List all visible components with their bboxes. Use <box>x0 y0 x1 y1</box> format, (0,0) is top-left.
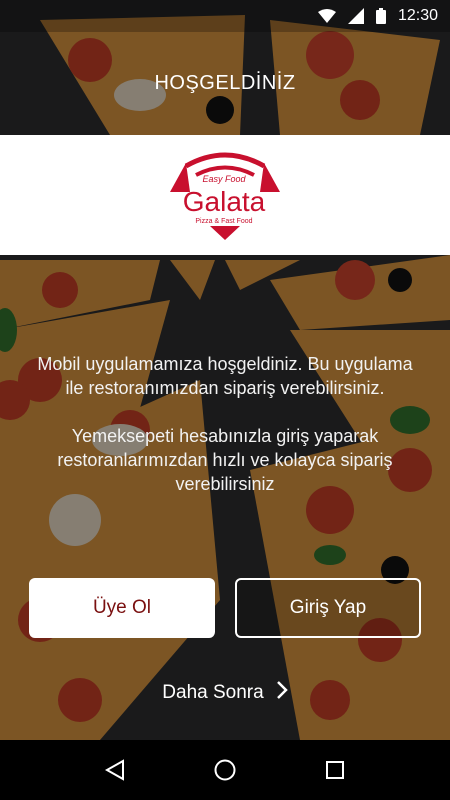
recents-icon[interactable] <box>310 745 360 795</box>
logo-tagline: Easy Food <box>202 174 246 184</box>
later-link[interactable]: Daha Sonra <box>0 680 450 706</box>
signal-icon <box>347 8 364 24</box>
intro-text: Mobil uygulamamıza hoşgeldiniz. Bu uygul… <box>30 352 420 496</box>
register-button[interactable]: Üye Ol <box>29 578 215 638</box>
back-icon[interactable] <box>90 745 140 795</box>
status-time: 12:30 <box>397 7 438 24</box>
galata-logo: Easy Food Galata Pizza & Fast Food <box>170 152 280 240</box>
welcome-title: HOŞGELDİNİZ <box>154 72 296 94</box>
status-bar: 12:30 <box>0 0 450 32</box>
intro-paragraph-1: Mobil uygulamamıza hoşgeldiniz. Bu uygul… <box>37 354 413 398</box>
nav-bar <box>0 740 450 800</box>
login-button[interactable]: Giriş Yap <box>235 578 421 638</box>
logo-subtitle: Pizza & Fast Food <box>195 218 252 225</box>
logo-name: Galata <box>183 186 266 217</box>
wifi-icon <box>317 9 336 23</box>
intro-paragraph-2: Yemeksepeti hesabınızla giriş yaparak re… <box>57 426 393 494</box>
home-icon[interactable] <box>200 745 250 795</box>
battery-icon <box>375 8 386 24</box>
chevron-right-icon <box>276 680 288 706</box>
logo-band: Easy Food Galata Pizza & Fast Food <box>0 135 450 255</box>
later-label: Daha Sonra <box>162 682 264 703</box>
